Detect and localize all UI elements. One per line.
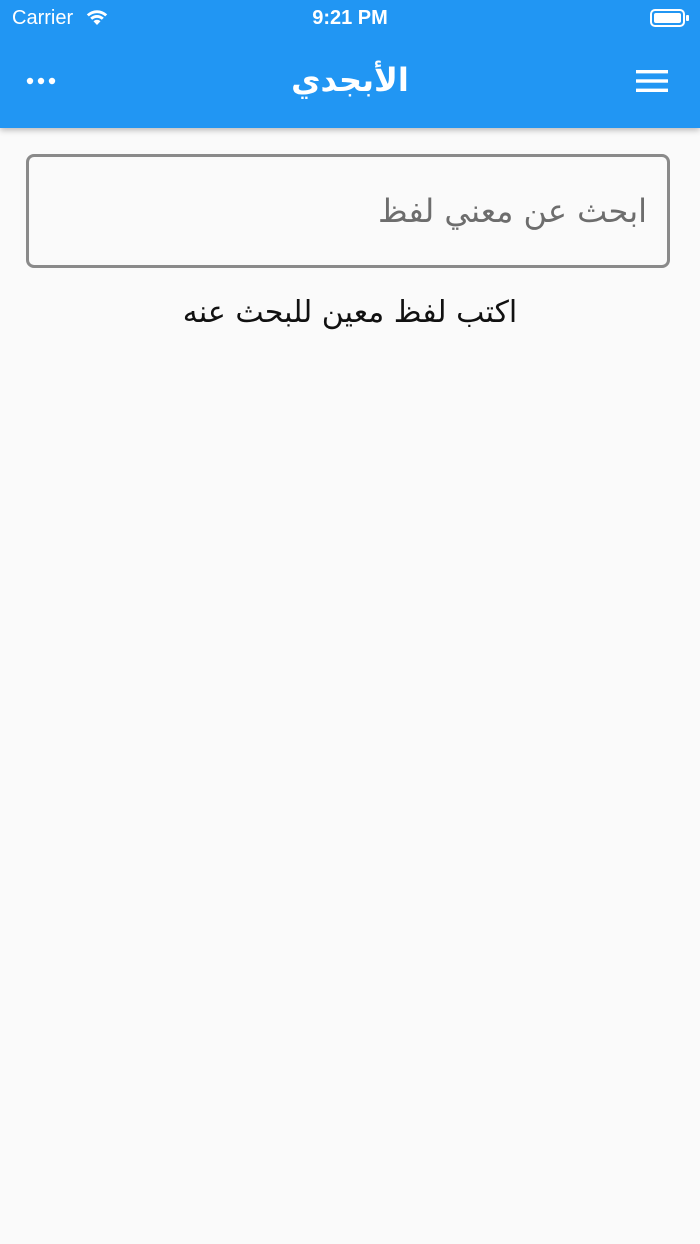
menu-button[interactable] bbox=[630, 64, 674, 98]
app-bar: Carrier 9:21 PM الأبجدي bbox=[0, 0, 700, 128]
more-options-button[interactable] bbox=[22, 64, 60, 98]
status-time: 9:21 PM bbox=[312, 7, 388, 29]
battery-icon bbox=[650, 9, 689, 27]
status-bar: Carrier 9:21 PM bbox=[0, 0, 700, 36]
empty-state-hint: اكتب لفظ معين للبحث عنه bbox=[182, 295, 518, 330]
search-input[interactable] bbox=[26, 154, 670, 268]
page-title: الأبجدي bbox=[291, 61, 409, 99]
more-horizontal-icon bbox=[26, 77, 56, 85]
hamburger-menu-icon bbox=[636, 70, 668, 92]
